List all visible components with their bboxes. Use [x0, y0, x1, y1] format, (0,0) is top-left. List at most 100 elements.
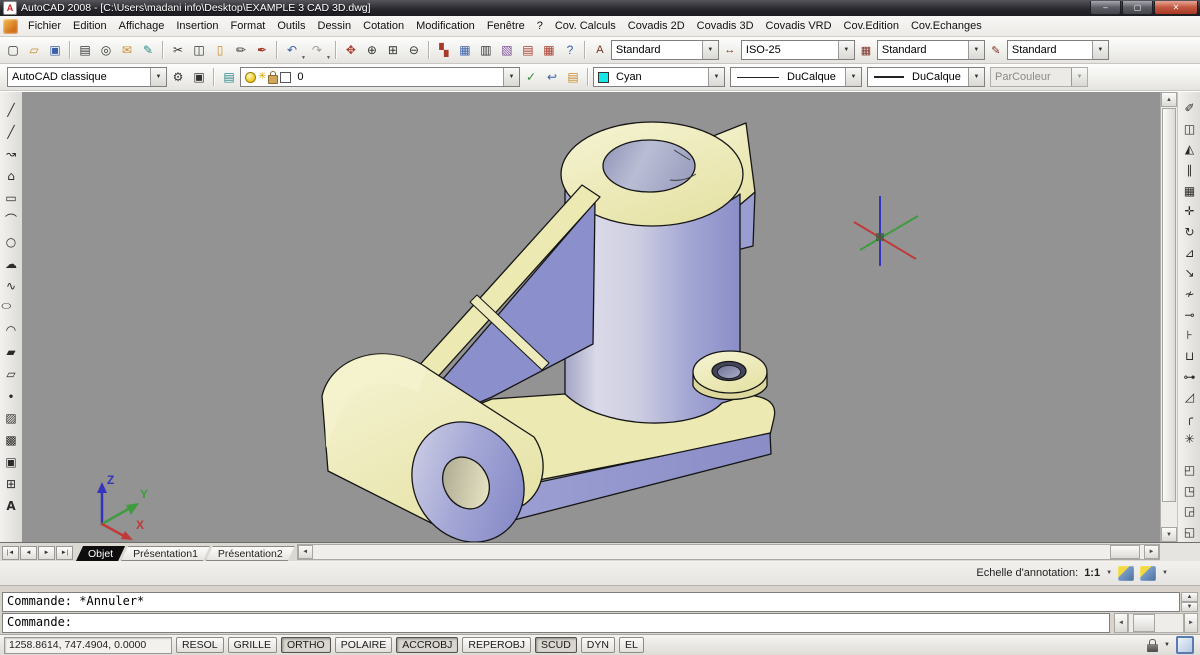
- spline-icon[interactable]: ∿: [1, 276, 21, 296]
- layer-color-swatch[interactable]: [280, 72, 291, 83]
- command-scroll-thumb[interactable]: [1133, 614, 1155, 632]
- extend-icon[interactable]: ⊸: [1180, 305, 1200, 325]
- horizontal-scroll-thumb[interactable]: [1110, 545, 1140, 559]
- command-scrollbar[interactable]: ▲ ▼: [1181, 592, 1198, 612]
- rectangle-icon[interactable]: ▭: [1, 188, 21, 208]
- text-icon[interactable]: A: [1, 496, 21, 516]
- scroll-left-icon[interactable]: ◄: [1114, 613, 1128, 633]
- scroll-down-icon[interactable]: ▼: [1161, 527, 1177, 542]
- drawing-canvas[interactable]: Z Y X: [22, 92, 1160, 542]
- chevron-down-icon[interactable]: ▼: [708, 68, 724, 86]
- menu-fichier[interactable]: Fichier: [22, 17, 67, 35]
- plot-icon[interactable]: ▤: [75, 40, 95, 60]
- chevron-down-icon[interactable]: ▼: [838, 41, 854, 59]
- menu-covadis-2d[interactable]: Covadis 2D: [622, 17, 691, 35]
- layer-properties-icon[interactable]: ▤: [219, 67, 239, 87]
- cut-icon[interactable]: ✂: [168, 40, 188, 60]
- send-to-back-icon[interactable]: ◱: [1180, 522, 1200, 542]
- table-style-icon[interactable]: ▦: [857, 41, 875, 59]
- annotation-visibility-icon[interactable]: [1118, 566, 1134, 581]
- toggle-dyn[interactable]: DYN: [581, 637, 615, 653]
- menu-modification[interactable]: Modification: [410, 17, 481, 35]
- hatch-icon[interactable]: ▨: [1, 408, 21, 428]
- toggle-scud[interactable]: SCUD: [535, 637, 577, 653]
- chevron-down-icon[interactable]: ▼: [845, 68, 861, 86]
- covadis-topo-icon[interactable]: ▚: [434, 40, 454, 60]
- minimize-button[interactable]: –: [1090, 1, 1121, 15]
- tab-objet[interactable]: Objet: [76, 546, 125, 561]
- chevron-down-icon[interactable]: ▼: [968, 68, 984, 86]
- last-tab-icon[interactable]: ►|: [56, 546, 73, 560]
- bring-to-front-icon[interactable]: ◰: [1180, 460, 1200, 480]
- model-viewport[interactable]: Z Y X: [22, 92, 1160, 542]
- layer-previous-icon[interactable]: ↩: [542, 67, 562, 87]
- chamfer-icon[interactable]: ◿: [1180, 387, 1200, 407]
- paste-icon[interactable]: ▯: [210, 40, 230, 60]
- polyline-icon[interactable]: ↝: [1, 144, 21, 164]
- workspace-combo[interactable]: AutoCAD classique ▼: [7, 67, 167, 87]
- scroll-down-icon[interactable]: ▼: [1181, 602, 1198, 612]
- menu-outils[interactable]: Outils: [271, 17, 311, 35]
- help-icon[interactable]: ?: [560, 40, 580, 60]
- ellipse-icon[interactable]: ○: [1, 302, 21, 314]
- match-properties-icon[interactable]: ✏: [231, 40, 251, 60]
- menu-insertion[interactable]: Insertion: [170, 17, 224, 35]
- make-layer-current-icon[interactable]: ✓: [521, 67, 541, 87]
- plot-preview-icon[interactable]: ◎: [96, 40, 116, 60]
- gradient-icon[interactable]: ▩: [1, 430, 21, 450]
- previous-tab-icon[interactable]: ◄: [20, 546, 37, 560]
- chevron-down-icon[interactable]: ▼: [503, 68, 519, 86]
- chevron-down-icon[interactable]: ▼: [150, 68, 166, 86]
- menu-affichage[interactable]: Affichage: [113, 17, 171, 35]
- menu-edition[interactable]: Edition: [67, 17, 113, 35]
- text-style-icon[interactable]: A: [591, 41, 609, 59]
- covadis-image-icon[interactable]: ▧: [497, 40, 517, 60]
- redo-icon[interactable]: ↷: [307, 40, 327, 60]
- menu-cov-echanges[interactable]: Cov.Echanges: [905, 17, 988, 35]
- toggle-ortho[interactable]: ORTHO: [281, 637, 331, 653]
- chevron-down-icon[interactable]: ▼: [968, 41, 984, 59]
- annotation-scale-value[interactable]: 1:1: [1084, 567, 1100, 579]
- command-history-line[interactable]: Commande: *Annuler*: [2, 592, 1180, 612]
- tab-presentation2[interactable]: Présentation2: [206, 546, 295, 561]
- command-input[interactable]: Commande:: [2, 613, 1110, 633]
- menu-format[interactable]: Format: [225, 17, 272, 35]
- next-tab-icon[interactable]: ►: [38, 546, 55, 560]
- multileader-style-icon[interactable]: ✎: [987, 41, 1005, 59]
- layer-freeze-icon[interactable]: ✳: [258, 72, 266, 82]
- stretch-icon[interactable]: ↘: [1180, 263, 1200, 283]
- scale-icon[interactable]: ⊿: [1180, 243, 1200, 263]
- join-icon[interactable]: ⊶: [1180, 367, 1200, 387]
- revision-cloud-icon[interactable]: ☁: [1, 254, 21, 274]
- send-under-icon[interactable]: ◲: [1180, 502, 1200, 522]
- zoom-previous-icon[interactable]: ⊖: [404, 40, 424, 60]
- text-style-combo[interactable]: Standard ▼: [611, 40, 719, 60]
- toggle-accrobj[interactable]: ACCROBJ: [396, 637, 458, 653]
- array-icon[interactable]: ▦: [1180, 181, 1200, 201]
- table-style-combo[interactable]: Standard ▼: [877, 40, 985, 60]
- chevron-down-icon[interactable]: ▼: [702, 41, 718, 59]
- arc-icon[interactable]: ⌒: [1, 210, 21, 230]
- scroll-right-icon[interactable]: ►: [1144, 545, 1159, 559]
- first-tab-icon[interactable]: |◄: [2, 546, 19, 560]
- scroll-right-icon[interactable]: ►: [1184, 613, 1198, 633]
- rotate-icon[interactable]: ↻: [1180, 222, 1200, 242]
- restore-button[interactable]: ▢: [1122, 1, 1153, 15]
- make-block-icon[interactable]: ▱: [1, 364, 21, 384]
- menu-fenetre[interactable]: Fenêtre: [481, 17, 531, 35]
- workspace-settings-icon[interactable]: ⚙: [168, 67, 188, 87]
- construction-line-icon[interactable]: ╱: [1, 122, 21, 142]
- menu-cov-edition[interactable]: Cov.Edition: [838, 17, 905, 35]
- bring-above-icon[interactable]: ◳: [1180, 481, 1200, 501]
- circle-icon[interactable]: ○: [1, 232, 21, 252]
- toggle-reperobj[interactable]: REPEROBJ: [462, 637, 531, 653]
- mirror-icon[interactable]: ◭: [1180, 139, 1200, 159]
- explode-icon[interactable]: ✳: [1180, 429, 1200, 449]
- polygon-icon[interactable]: ⌂: [1, 166, 21, 186]
- fillet-icon[interactable]: ╭: [1180, 408, 1200, 428]
- pan-icon[interactable]: ✥: [341, 40, 361, 60]
- layer-on-icon[interactable]: [245, 72, 256, 83]
- move-icon[interactable]: ✛: [1180, 201, 1200, 221]
- scroll-up-icon[interactable]: ▲: [1161, 92, 1177, 107]
- chevron-down-icon[interactable]: ▼: [1164, 642, 1170, 648]
